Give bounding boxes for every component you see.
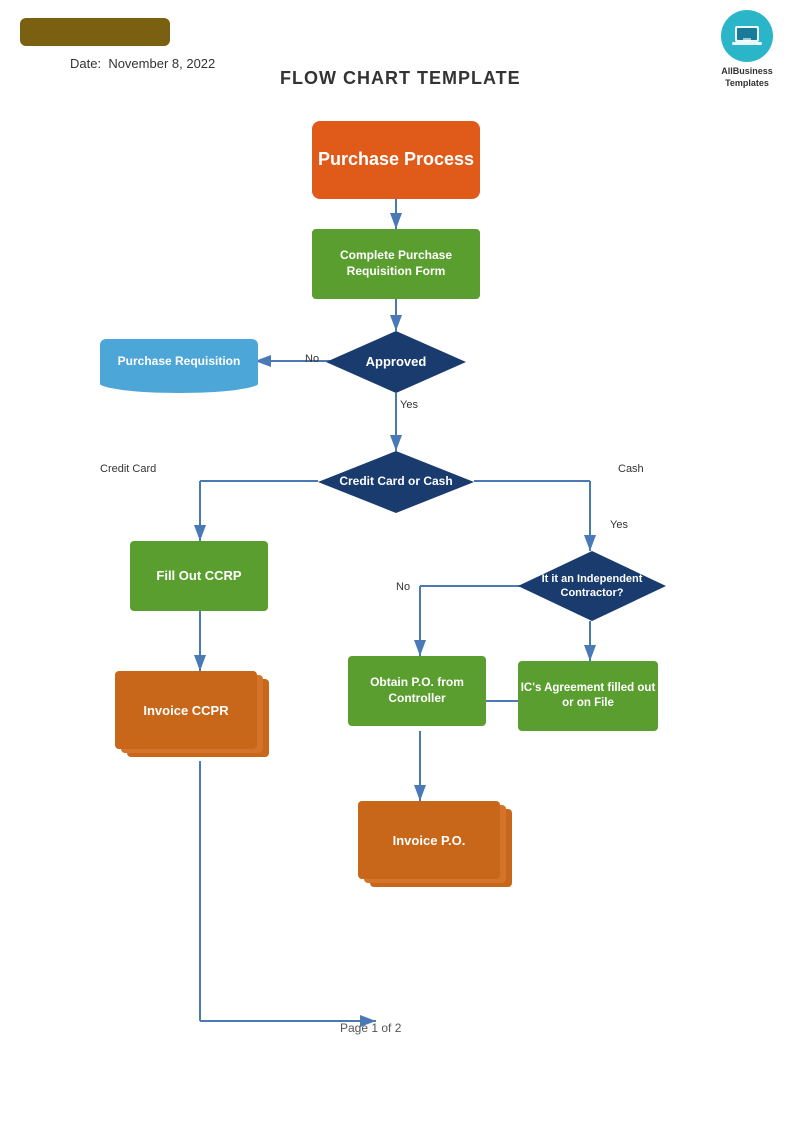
yes-label-1: Yes xyxy=(400,399,418,411)
credit-card-label: Credit Card xyxy=(100,463,156,475)
logo-area: AllBusiness Templates xyxy=(721,10,773,89)
purchase-req-wave xyxy=(100,377,258,391)
invoice-ccpr-node: Invoice CCPR xyxy=(115,671,265,759)
step1-node: Complete Purchase Requisition Form xyxy=(312,229,480,299)
ics-agreement-node: IC's Agreement filled out or on File xyxy=(518,661,658,731)
cash-label: Cash xyxy=(618,463,644,475)
start-node: Purchase Process xyxy=(312,121,480,199)
credit-card-cash-diamond: Credit Card or Cash xyxy=(318,451,474,513)
fill-ccrp-node: Fill Out CCRP xyxy=(130,541,268,611)
no-label-1: No xyxy=(305,353,319,365)
approved-diamond: Approved xyxy=(326,331,466,393)
header: FLOW CHART TEMPLATE AllBusiness Template… xyxy=(0,0,793,46)
date-value: November 8, 2022 xyxy=(108,56,215,71)
laptop-icon xyxy=(732,24,762,48)
invoice-po-front: Invoice P.O. xyxy=(358,801,500,879)
invoice-ccpr-front: Invoice CCPR xyxy=(115,671,257,749)
docs-controller-box xyxy=(20,18,170,46)
date-label: Date: xyxy=(70,56,101,71)
flowchart: Purchase Process Complete Purchase Requi… xyxy=(0,81,793,1061)
arrows-svg xyxy=(0,81,793,1061)
no-label-2: No xyxy=(396,581,410,593)
obtain-po-node: Obtain P.O. from Controller xyxy=(348,656,486,726)
logo-circle xyxy=(721,10,773,62)
invoice-po-node: Invoice P.O. xyxy=(358,801,508,889)
independent-contractor-diamond: It it an Independent Contractor? xyxy=(518,551,666,621)
page-label: Page 1 of 2 xyxy=(340,1021,401,1035)
yes-label-2: Yes xyxy=(610,519,628,531)
